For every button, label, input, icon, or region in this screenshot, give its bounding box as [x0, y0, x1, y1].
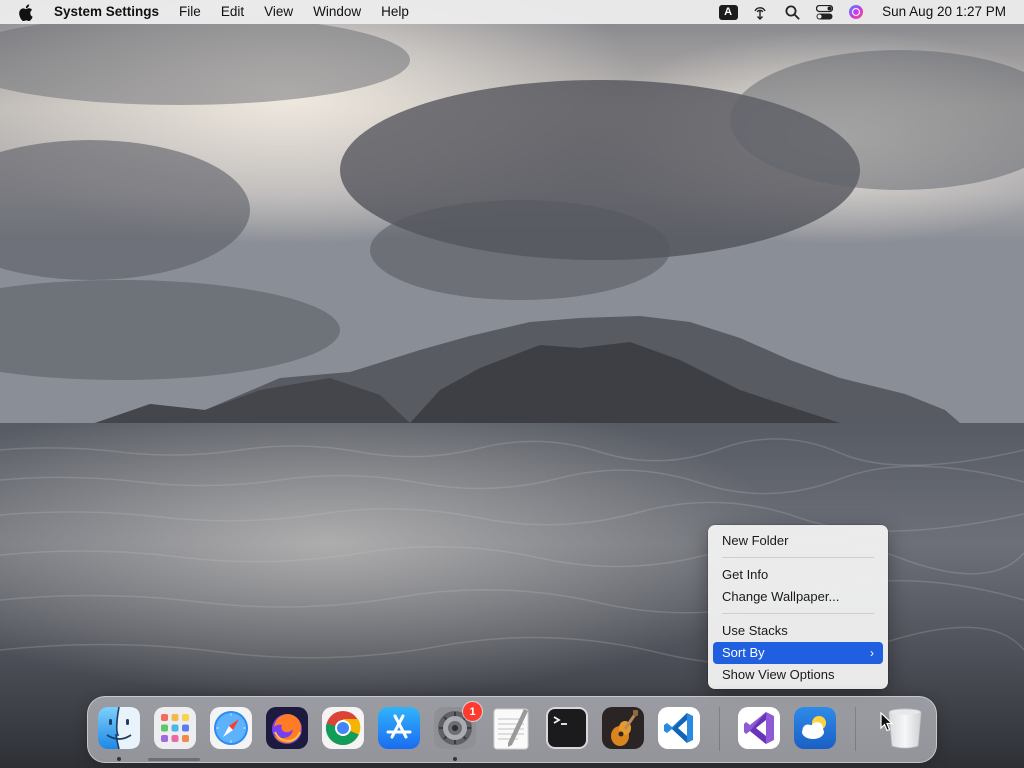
menu-item-new-folder[interactable]: New Folder [713, 530, 883, 552]
control-center-icon[interactable] [808, 0, 840, 24]
menu-item-use-stacks[interactable]: Use Stacks [713, 620, 883, 642]
notification-badge: 1 [463, 702, 482, 721]
menu-help[interactable]: Help [371, 0, 419, 24]
spotlight-search-icon[interactable] [776, 0, 808, 24]
safari-icon[interactable] [208, 705, 254, 751]
running-indicator [117, 757, 121, 761]
visual-studio-icon[interactable] [736, 705, 782, 751]
menu-separator [722, 613, 874, 614]
app-store-icon[interactable] [376, 705, 422, 751]
menu-item-sort-by[interactable]: Sort By › [713, 642, 883, 664]
menu-item-label: New Folder [722, 533, 789, 548]
menu-item-show-view-options[interactable]: Show View Options [713, 664, 883, 686]
menu-file[interactable]: File [169, 0, 211, 24]
menu-bar-clock[interactable]: Sun Aug 20 1:27 PM [872, 0, 1014, 24]
dock: 1 [87, 696, 937, 763]
app-name-menu[interactable]: System Settings [40, 0, 169, 24]
menu-item-label: Get Info [722, 567, 769, 582]
siri-icon[interactable] [840, 0, 872, 24]
menu-bar: System Settings File Edit View Window He… [0, 0, 1024, 24]
menu-item-label: Use Stacks [722, 623, 788, 638]
vscode-icon[interactable] [656, 705, 702, 751]
menu-window[interactable]: Window [303, 0, 371, 24]
dock-scroll-indicator [148, 758, 200, 761]
menu-item-change-wallpaper[interactable]: Change Wallpaper... [713, 586, 883, 608]
terminal-icon[interactable] [544, 705, 590, 751]
launchpad-icon[interactable] [152, 705, 198, 751]
weather-icon[interactable] [792, 705, 838, 751]
chrome-icon[interactable] [320, 705, 366, 751]
menu-view[interactable]: View [254, 0, 303, 24]
dock-separator [855, 707, 856, 751]
menu-item-label: Change Wallpaper... [722, 589, 840, 604]
desktop-context-menu: New Folder Get Info Change Wallpaper... … [708, 525, 888, 689]
menu-item-label: Sort By [722, 645, 765, 660]
menu-edit[interactable]: Edit [211, 0, 254, 24]
input-source-icon[interactable]: A [712, 0, 744, 24]
finder-icon[interactable] [96, 705, 142, 751]
menu-separator [722, 557, 874, 558]
garageband-icon[interactable] [600, 705, 646, 751]
apple-menu-icon[interactable] [10, 0, 40, 24]
input-source-label: A [718, 4, 738, 20]
chevron-right-icon: › [870, 646, 874, 660]
dock-separator [719, 707, 720, 751]
firefox-icon[interactable] [264, 705, 310, 751]
menu-item-label: Show View Options [722, 667, 835, 682]
menu-item-get-info[interactable]: Get Info [713, 564, 883, 586]
airdrop-icon[interactable] [744, 0, 776, 24]
running-indicator [453, 757, 457, 761]
textedit-icon[interactable] [488, 705, 534, 751]
mouse-cursor-icon [880, 712, 894, 732]
